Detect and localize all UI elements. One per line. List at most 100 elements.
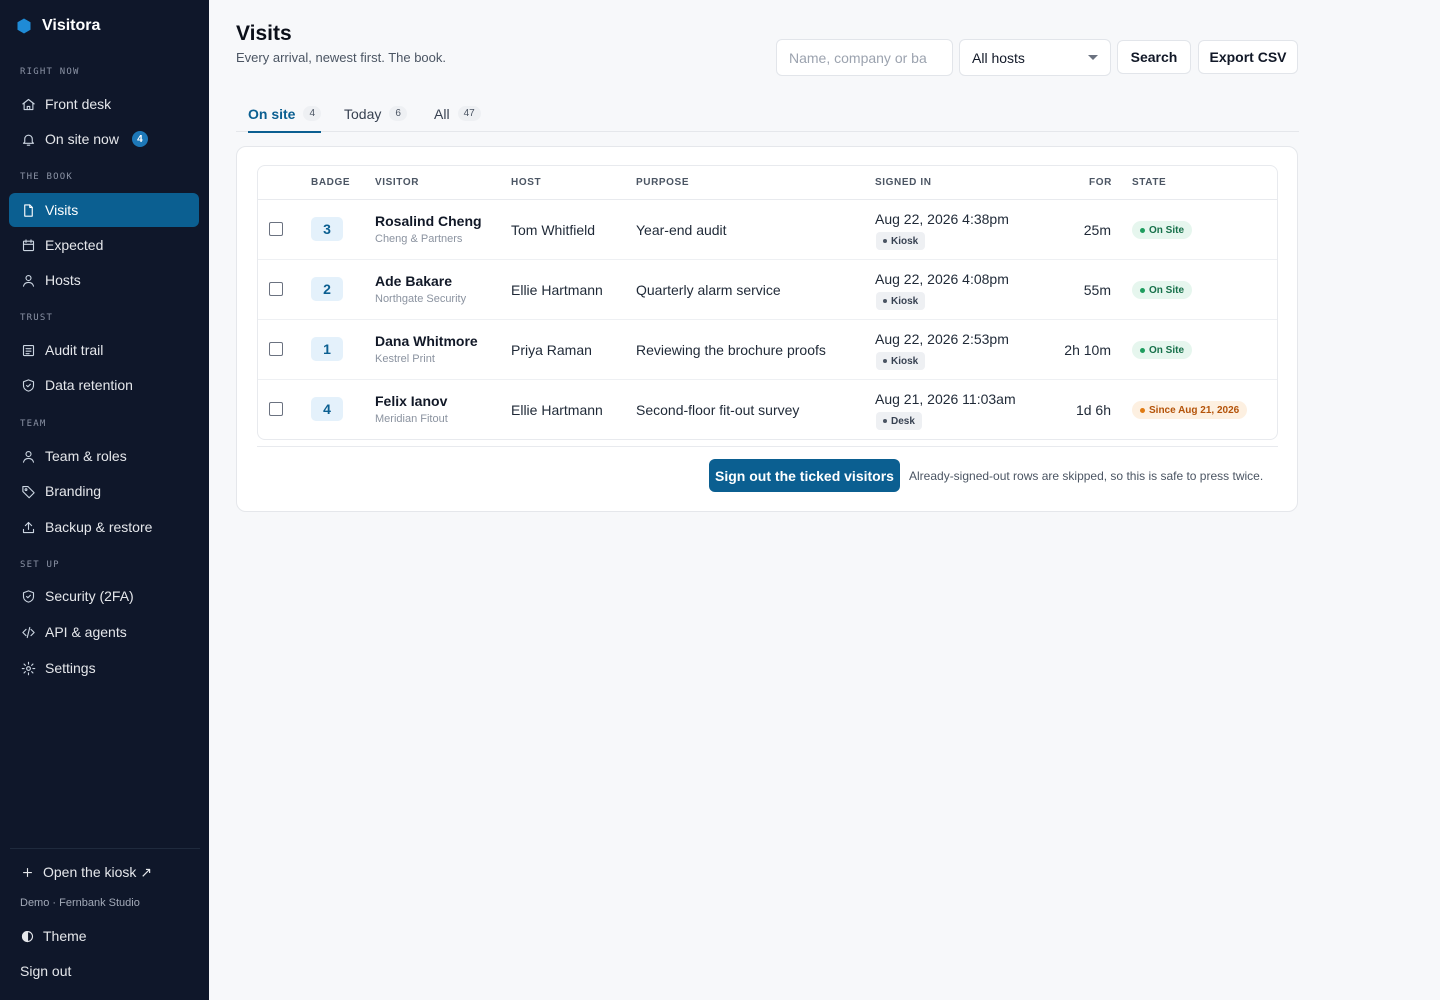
sidebar-item-visits[interactable]: Visits [9,193,199,227]
status-badge: Since Aug 21, 2026 [1132,401,1248,419]
sidebar-item-settings[interactable]: Settings [9,651,199,685]
section-right-now: RIGHT NOW [20,67,80,77]
col-purpose: PURPOSE [636,177,690,188]
source-tag: Desk [876,412,922,430]
sidebar-item-label: Audit trail [45,342,104,358]
list-box-icon [20,342,36,358]
signed-in-time: Aug 22, 2026 4:08pm [875,271,1009,287]
home-icon [20,96,36,112]
tab-on-site[interactable]: On site 4 [248,96,322,133]
sidebar-item-on-site-now[interactable]: On site now 4 [9,122,199,156]
visits-table: BADGE VISITOR HOST PURPOSE SIGNED IN FOR… [257,165,1278,440]
table-header: BADGE VISITOR HOST PURPOSE SIGNED IN FOR… [258,166,1277,200]
half-circle-icon [21,930,34,942]
visit-duration: 25m [1083,222,1111,238]
sidebar-item-branding[interactable]: Branding [9,474,199,508]
host-filter-value: All hosts [972,49,1025,66]
status-badge: On Site [1132,221,1193,239]
export-csv-button[interactable]: Export CSV [1198,40,1298,74]
chevron-down-icon [1088,55,1098,60]
search-input[interactable] [776,39,953,76]
sign-out-ticked-button[interactable]: Sign out the ticked visitors [709,459,900,492]
visit-purpose: Year-end audit [636,222,727,238]
sidebar-item-label: Hosts [45,272,81,288]
sidebar-item-hosts[interactable]: Hosts [9,263,199,297]
visit-tabs: On site 4 Today 6 All 47 [236,96,1299,133]
source-label: Kiosk [891,355,919,367]
tab-all[interactable]: All 47 [434,96,481,131]
host-filter-select[interactable]: All hosts [959,39,1111,76]
sidebar-item-front-desk[interactable]: Front desk [9,87,199,121]
dot-icon [1140,287,1145,293]
dot-icon [883,419,887,423]
row-checkbox[interactable] [269,342,283,356]
table-row: 3 Rosalind Cheng Cheng & Partners Tom Wh… [258,200,1277,260]
col-visitor: VISITOR [375,177,420,188]
visitor-name: Rosalind Cheng [375,213,482,229]
source-tag: Kiosk [876,232,926,250]
row-checkbox[interactable] [269,282,283,296]
sidebar-item-api-agents[interactable]: API & agents [9,615,199,649]
plus-icon [23,868,32,877]
sidebar-item-security[interactable]: Security (2FA) [9,579,199,613]
col-state: STATE [1132,177,1167,188]
host-name: Ellie Hartmann [511,402,603,418]
dot-icon [1140,347,1145,353]
status-label: On Site [1149,344,1185,356]
row-checkbox[interactable] [269,222,283,236]
visitor-name: Dana Whitmore [375,333,478,349]
status-badge: On Site [1132,281,1193,299]
user-icon [20,448,36,464]
search-button[interactable]: Search [1117,40,1191,74]
sidebar-item-label: Team & roles [45,448,127,464]
visit-purpose: Reviewing the brochure proofs [636,342,826,358]
sign-out-link[interactable]: Sign out [20,963,71,979]
col-host: HOST [511,177,542,188]
table-row: 4 Felix Ianov Meridian Fitout Ellie Hart… [258,380,1277,439]
sidebar-item-data-retention[interactable]: Data retention [9,368,199,402]
open-kiosk-label: Open the kiosk ↗ [43,864,153,880]
source-label: Kiosk [891,235,919,247]
status-label: Since Aug 21, 2026 [1149,404,1240,416]
page-title: Visits [236,22,292,45]
workspace-label: Demo · Fernbank Studio [20,897,140,909]
tab-today[interactable]: Today 6 [344,96,407,131]
source-label: Desk [891,415,915,427]
tab-count: 47 [457,106,481,121]
card-divider [257,446,1278,447]
logo-hexagon-icon [17,18,31,34]
visitor-company: Northgate Security [375,293,467,305]
open-kiosk-link[interactable]: Open the kiosk ↗ [20,864,152,881]
status-label: On Site [1149,284,1185,296]
tab-label: Today [344,105,382,122]
visit-duration: 1d 6h [1075,402,1111,418]
upload-icon [20,519,36,535]
visitor-name: Felix Ianov [375,393,448,409]
host-name: Priya Raman [511,342,592,358]
code-icon [20,624,36,640]
col-badge: BADGE [311,177,351,188]
on-site-count-badge: 4 [131,131,148,147]
dot-icon [883,299,887,303]
sidebar-item-expected[interactable]: Expected [9,228,199,262]
source-tag: Kiosk [876,352,926,370]
dot-icon [883,359,887,363]
sidebar-item-label: Security (2FA) [45,588,134,604]
row-checkbox[interactable] [269,402,283,416]
section-set-up: SET UP [20,560,60,570]
sidebar-item-team-roles[interactable]: Team & roles [9,439,199,473]
sidebar-item-label: Backup & restore [45,519,153,535]
source-tag: Kiosk [876,292,926,310]
sidebar-item-backup-restore[interactable]: Backup & restore [9,510,199,544]
theme-toggle[interactable]: Theme [20,928,87,944]
section-team: TEAM [20,419,47,429]
sidebar-item-audit-trail[interactable]: Audit trail [9,333,199,367]
sign-out-hint: Already-signed-out rows are skipped, so … [909,469,1264,483]
theme-label: Theme [43,928,87,944]
brand[interactable]: Visitora [16,17,100,35]
table-row: 2 Ade Bakare Northgate Security Ellie Ha… [258,260,1277,320]
visitor-company: Kestrel Print [375,353,435,365]
user-icon [20,272,36,288]
tab-count: 4 [303,106,322,121]
signed-in-time: Aug 21, 2026 11:03am [875,391,1016,407]
